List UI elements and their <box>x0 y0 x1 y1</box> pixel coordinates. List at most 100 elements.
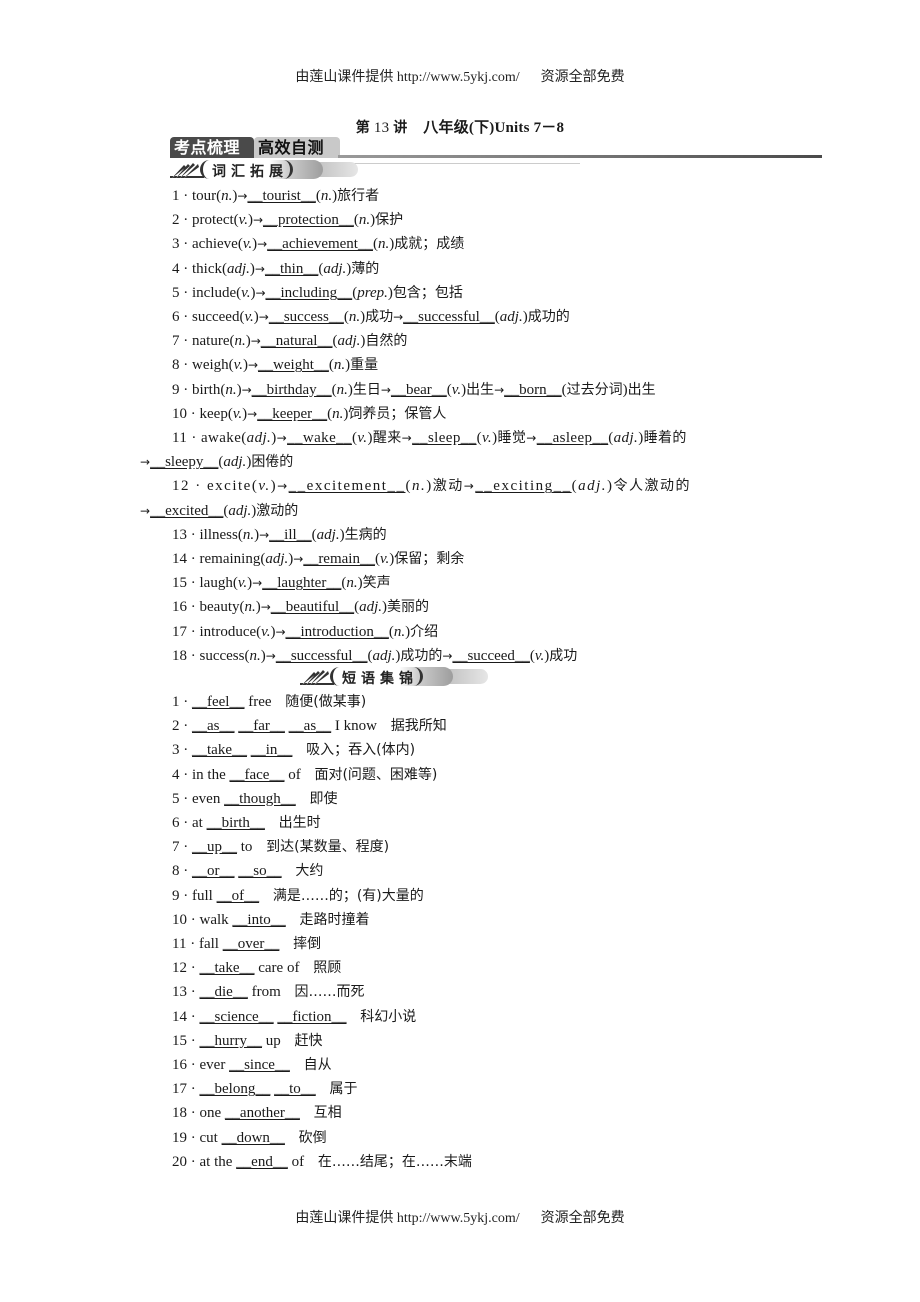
part-of-speech: (v.) <box>529 647 550 664</box>
arrow-icon: → <box>401 431 413 445</box>
header-url[interactable]: http://www.5ykj.com/ <box>397 70 520 85</box>
meaning: 赶快 <box>294 1032 323 1049</box>
part-of-speech: (n.) <box>220 381 242 398</box>
arrow-icon: → <box>463 479 476 494</box>
phrase-text: full <box>192 887 213 904</box>
phrase-text: of <box>288 766 301 783</box>
part-of-speech: (prep.) <box>352 284 393 301</box>
pos-label: adj. <box>499 309 523 325</box>
arrow-icon: → <box>293 552 304 566</box>
meaning: 成功的 <box>400 647 443 664</box>
answer-blank: __born__ <box>504 381 562 398</box>
answer-blank: __wake__ <box>287 430 352 446</box>
phrase-text: from <box>251 984 281 1001</box>
part-of-speech: (adj.) <box>367 647 401 664</box>
item-number: 6 <box>172 309 180 325</box>
part-of-speech: (n.) <box>315 188 338 204</box>
pos-label: prep. <box>357 284 388 301</box>
arrow-icon: → <box>494 382 505 397</box>
meaning: 到达(某数量、程度) <box>266 839 390 856</box>
page-header: 由莲山课件提供 http://www.5ykj.com/ 资源全部免费 <box>0 66 920 86</box>
answer-blank: __sleepy__ <box>150 454 219 471</box>
answer-blank: __thin__ <box>264 260 319 277</box>
answer-blank: __weight__ <box>258 357 329 374</box>
phrase-text: free <box>248 694 272 710</box>
answer-blank: __excitement__ <box>288 478 406 495</box>
arrow-icon: → <box>252 576 263 591</box>
banner-divider <box>338 155 822 158</box>
meaning: 成功 <box>365 309 394 325</box>
phrase-text: cut <box>199 1129 218 1146</box>
part-of-speech: (v.) <box>239 309 259 325</box>
part-of-speech: (adj.) <box>222 260 255 277</box>
pos-label: n. <box>249 647 261 664</box>
meaning: 随便(做某事) <box>285 694 367 710</box>
footer-note: 资源全部免费 <box>540 1210 625 1226</box>
item-number: 9 <box>172 381 180 398</box>
phrase-text: of <box>291 1153 305 1170</box>
meaning: 即使 <box>309 790 338 807</box>
part-of-speech: (n.) <box>327 405 349 422</box>
meaning: 走路时撞着 <box>299 911 370 928</box>
part-of-speech: (n.) <box>343 309 366 325</box>
part-of-speech: (adj.) <box>218 454 252 471</box>
phrase-item: 20 · at the __end__ of 在……结尾；在……末端 <box>172 1153 472 1170</box>
arrow-icon: → <box>140 503 151 518</box>
pos-label: n. <box>225 381 237 398</box>
lesson-number: 13 <box>373 120 390 136</box>
meaning: 出生 <box>627 381 656 398</box>
meaning: 保护 <box>375 212 404 229</box>
phrase-item: 13 · __die__ from 因……而死 <box>172 984 365 1001</box>
phrase-text: at <box>192 815 203 831</box>
arrow-icon: → <box>260 600 271 615</box>
base-word: introduce <box>199 623 257 640</box>
pos-label: v. <box>238 212 248 229</box>
vocab-item: 2 · protect(v.)→__protection__(n.)保护 <box>172 212 404 229</box>
item-number: 13 <box>172 526 187 543</box>
banner-tab-self-test: 高效自测 <box>254 137 340 158</box>
pos-label: v. <box>241 284 251 301</box>
answer-blank: __tourist__ <box>247 188 316 204</box>
answer-blank: __end__ <box>236 1153 288 1170</box>
pos-label: n. <box>242 526 255 543</box>
answer-blank: __remain__ <box>303 551 375 567</box>
pos-label: v. <box>232 405 243 422</box>
pos-label: n. <box>244 599 256 616</box>
answer-blank: __far__ <box>238 718 285 735</box>
vocab-item: 4 · thick(adj.)→__thin__(adj.)薄的 <box>172 260 380 277</box>
item-number: 6 <box>172 815 180 831</box>
meaning: 出生 <box>466 381 495 398</box>
answer-blank: __birthday__ <box>251 381 332 398</box>
base-word: excite <box>207 478 252 495</box>
meaning: 照顾 <box>313 960 342 977</box>
pos-label: v. <box>357 430 368 446</box>
answer-blank: __though__ <box>224 790 296 807</box>
vocab-item-continuation: →__sleepy__(adj.)困倦的 <box>140 452 293 472</box>
meaning: 属于 <box>329 1081 358 1098</box>
answer-blank: __feel__ <box>192 694 245 710</box>
meaning: 介绍 <box>410 623 439 640</box>
vocab-item: 1 · tour(n.)→__tourist__(n.)旅行者 <box>172 188 380 204</box>
phrase-item: 5 · even __though__ 即使 <box>172 790 338 807</box>
item-number: 19 <box>172 1129 187 1146</box>
pos-label: v. <box>233 357 243 374</box>
phrase-item: 18 · one __another__ 互相 <box>172 1105 342 1122</box>
part-of-speech: (n.) <box>328 357 351 374</box>
phrase-item: 9 · full __of__ 满是……的；(有)大量的 <box>172 887 424 904</box>
pos-label: v. <box>379 551 390 567</box>
arrow-icon: → <box>250 334 261 349</box>
base-word: beauty <box>199 599 240 616</box>
item-number: 10 <box>172 405 187 422</box>
vocab-item: 9 · birth(n.)→__birthday__(n.)生日→__bear_… <box>172 381 656 398</box>
phrase-text: at the <box>199 1153 233 1170</box>
base-word: succeed <box>192 309 240 325</box>
vocab-item: 6 · succeed(v.)→__success__(n.)成功→__succ… <box>172 309 570 325</box>
arrow-icon: → <box>393 310 404 324</box>
arrow-icon: → <box>252 213 264 228</box>
meaning: 睡觉 <box>497 430 527 446</box>
answer-blank: __up__ <box>192 839 237 856</box>
arrow-icon: → <box>247 406 258 421</box>
footer-url[interactable]: http://www.5ykj.com/ <box>397 1211 520 1226</box>
answer-blank: __as__ <box>288 718 332 735</box>
item-number: 7 <box>172 333 180 350</box>
